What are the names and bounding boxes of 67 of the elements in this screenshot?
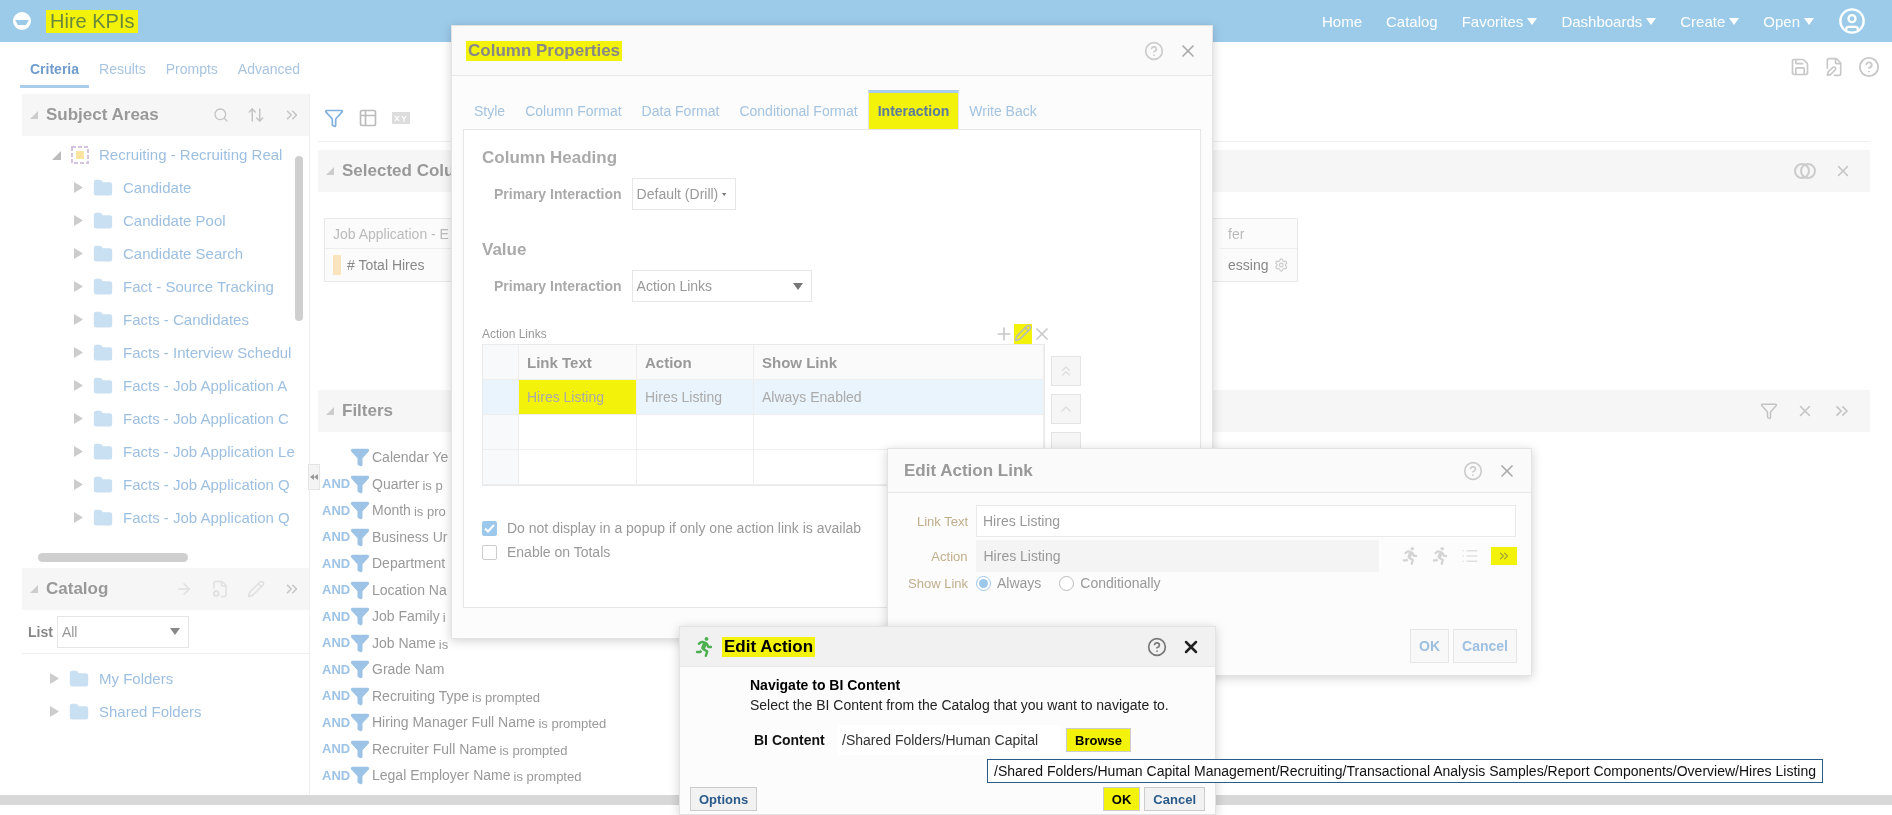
filter-name: Calendar Ye	[372, 449, 449, 466]
conjunction-label: AND	[322, 741, 350, 757]
column-header: Show Link	[754, 345, 1044, 380]
conjunction-label: AND	[322, 714, 350, 730]
conjunction-label: AND	[322, 529, 350, 545]
checkbox-label: Do not display in a popup if only one action link is availab	[507, 520, 862, 536]
panel-title: Filters	[342, 401, 394, 421]
filter-name: Job Family	[372, 608, 440, 625]
instruction-text: Select the BI Content from the Catalog that you want to navigate to.	[750, 697, 1170, 713]
conjunction-label: AND	[322, 476, 350, 492]
column-folder: fer	[1220, 219, 1297, 249]
conjunction-label: AND	[322, 767, 350, 783]
filter-condition: is prompted	[472, 689, 540, 705]
filter-condition: is prompted	[538, 716, 607, 732]
column-header: Link Text	[519, 345, 637, 380]
conjunction-label: AND	[322, 635, 350, 651]
column-header: Action	[637, 345, 754, 380]
filter-name: Legal Employer Name	[372, 767, 511, 784]
tooltip: /Shared Folders/Human Capital Management/Recruiting/Transactional Analysis Samples/Report Components/Overview/Hires Listing	[987, 759, 1823, 783]
column-name: # Total Hires	[325, 249, 455, 281]
filter-name: Recruiter Full Name	[372, 740, 497, 757]
field-label: Show Link	[907, 575, 968, 591]
conjunction-label: AND	[322, 502, 350, 518]
filter-condition: is pro	[413, 504, 446, 520]
conjunction-label: AND	[322, 555, 350, 571]
filter-condition: is p	[422, 477, 443, 493]
field-label: BI Content	[754, 732, 826, 748]
filter-condition: i	[442, 610, 446, 626]
filter-name: Location Na	[372, 581, 447, 598]
filter-name: Recruiting Type	[372, 687, 469, 704]
filter-condition: is	[438, 636, 449, 652]
section-title: Navigate to BI Content	[750, 677, 902, 693]
app-title: Hire KPIs	[46, 9, 139, 33]
dialog-title: Edit Action Link	[903, 460, 1034, 481]
filter-name: Month	[372, 502, 411, 519]
section-title: Value	[482, 240, 528, 260]
conjunction-label: AND	[322, 688, 350, 704]
conjunction-label: AND	[322, 582, 350, 598]
section-title: Column Heading	[482, 148, 619, 168]
dialog-title: Edit Action	[722, 636, 816, 657]
filter-name: Hiring Manager Full Name	[372, 714, 536, 731]
list-label: List	[28, 623, 53, 640]
checkbox-label: Enable on Totals	[507, 544, 611, 560]
panel-title: Subject Areas	[46, 105, 159, 125]
field-label: Link Text	[915, 513, 968, 529]
conjunction-label: AND	[322, 608, 350, 624]
radio-label: Always	[997, 575, 1042, 591]
table-cell: Always Enabled	[754, 380, 1044, 415]
table-label: Action Links	[482, 327, 547, 341]
table-cell: Hires Listing	[637, 380, 754, 415]
radio-label: Conditionally	[1080, 575, 1161, 591]
field-label: Primary Interaction	[494, 278, 622, 294]
filter-name: Quarter	[372, 475, 420, 492]
filter-name: Grade Nam	[372, 661, 445, 678]
filter-name: Business Ur	[372, 528, 448, 545]
filter-condition: is prompted	[499, 742, 568, 758]
table-cell: Hires Listing	[519, 380, 637, 415]
filter-condition: is prompted	[513, 769, 582, 785]
action-field: Hires Listing	[975, 540, 1379, 572]
field-label: Primary Interaction	[494, 186, 622, 202]
field-label: Action	[930, 548, 968, 564]
filter-name: Job Name	[372, 634, 436, 651]
filter-name: Department	[372, 555, 446, 572]
conjunction-label: AND	[322, 661, 350, 677]
column-name: essing	[1220, 249, 1297, 281]
panel-title: Catalog	[46, 579, 109, 599]
dialog-title: Column Properties	[466, 40, 623, 61]
